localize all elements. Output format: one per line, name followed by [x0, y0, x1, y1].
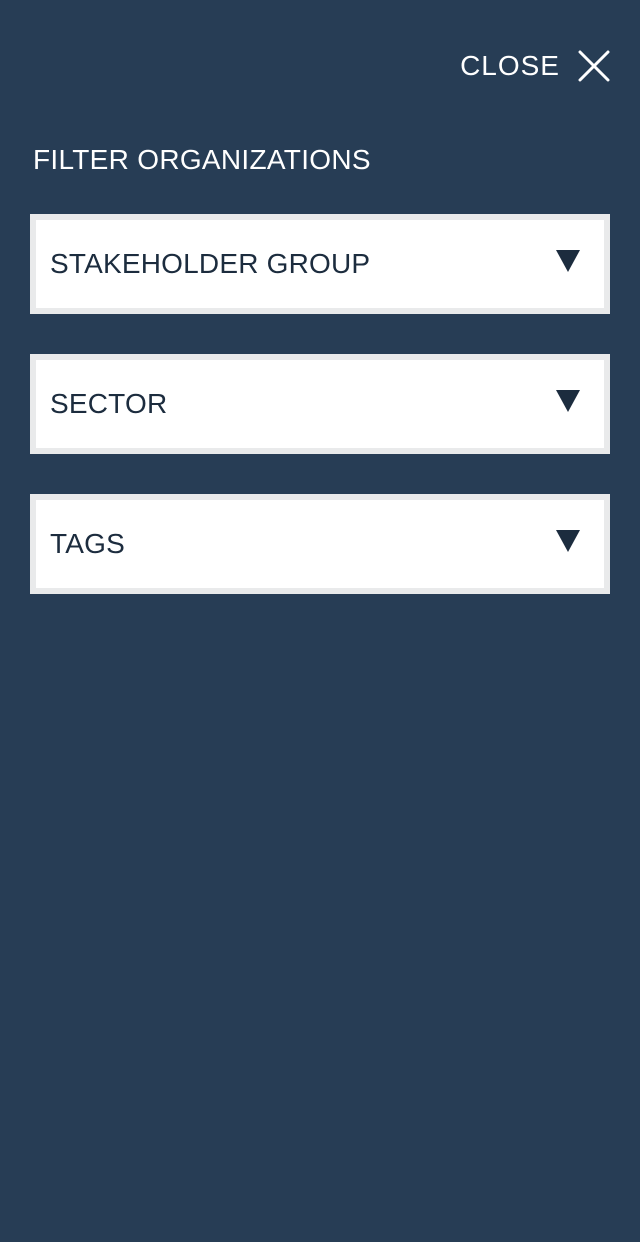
- chevron-down-icon: [556, 250, 580, 272]
- close-button[interactable]: CLOSE: [460, 46, 610, 86]
- chevron-down-icon: [556, 530, 580, 552]
- tags-select[interactable]: TAGS: [30, 494, 610, 594]
- stakeholder-group-select[interactable]: STAKEHOLDER GROUP: [30, 214, 610, 314]
- select-label: STAKEHOLDER GROUP: [50, 248, 371, 279]
- filter-panel: CLOSE FILTER ORGANIZATIONS STAKEHOLDER G…: [0, 0, 640, 1242]
- select-label: TAGS: [50, 528, 125, 559]
- close-label: CLOSE: [460, 50, 560, 81]
- sector-select[interactable]: SECTOR: [30, 354, 610, 454]
- select-label: SECTOR: [50, 388, 168, 419]
- chevron-down-icon: [556, 390, 580, 412]
- close-icon: [578, 50, 610, 82]
- filter-title: FILTER ORGANIZATIONS: [33, 144, 371, 175]
